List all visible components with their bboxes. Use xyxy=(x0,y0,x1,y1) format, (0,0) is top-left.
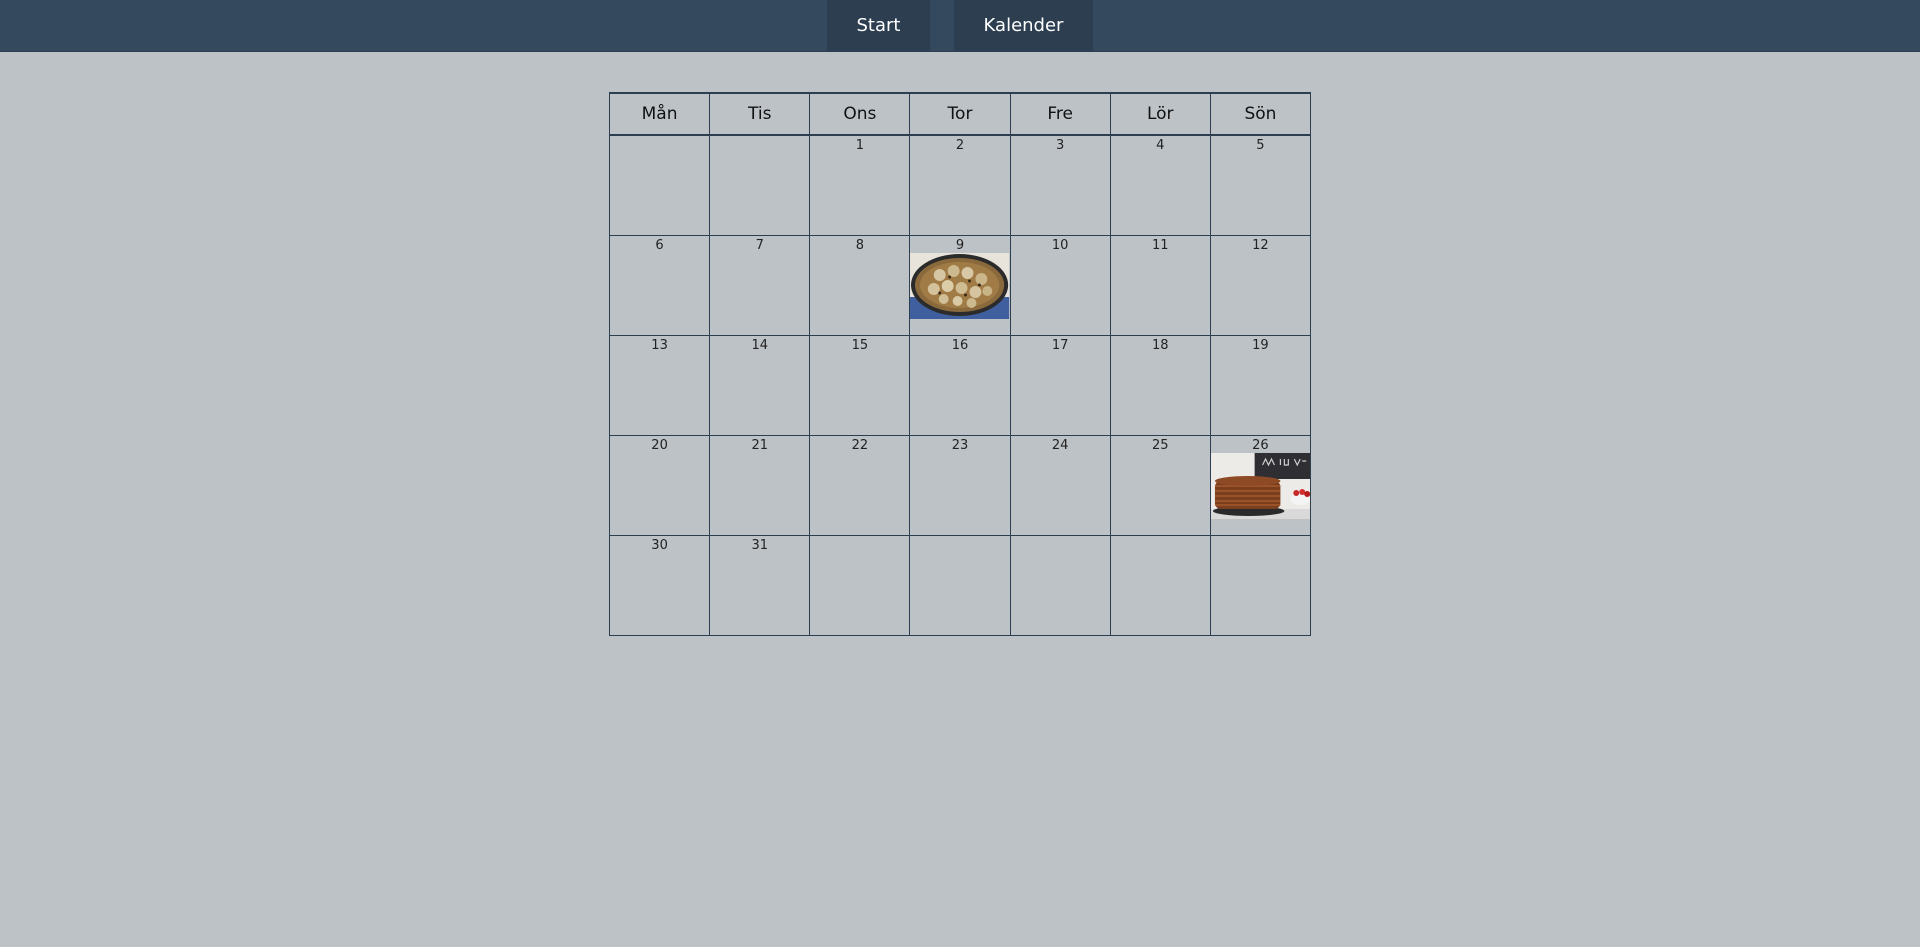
day-number: 13 xyxy=(651,338,668,353)
day-cell[interactable]: 17 xyxy=(1009,335,1111,436)
day-cell[interactable]: 14 xyxy=(709,335,811,436)
day-cell[interactable] xyxy=(809,535,911,636)
day-cell[interactable]: 20 xyxy=(608,435,711,536)
day-cell[interactable]: 19 xyxy=(1209,335,1312,436)
day-number: 30 xyxy=(651,538,668,553)
day-number: 2 xyxy=(955,138,965,153)
day-cell[interactable] xyxy=(909,535,1011,636)
day-cell[interactable]: 24 xyxy=(1009,435,1111,536)
day-cell[interactable]: 13 xyxy=(608,335,711,436)
day-cell[interactable]: 2 xyxy=(909,134,1011,236)
day-cell[interactable]: 16 xyxy=(909,335,1011,436)
day-number xyxy=(1211,536,1310,538)
day-cell[interactable]: 7 xyxy=(709,235,811,336)
day-number xyxy=(910,536,1009,538)
weekday-header: Fre xyxy=(1009,92,1111,136)
day-cell[interactable]: 23 xyxy=(909,435,1011,536)
day-cell[interactable]: 30 xyxy=(608,535,711,636)
week-row: 20 21 22 23 24 25 26 xyxy=(608,435,1312,536)
day-number: 5 xyxy=(1256,138,1265,153)
day-number: 10 xyxy=(1051,238,1069,253)
day-number: 24 xyxy=(1051,438,1069,453)
day-number: 21 xyxy=(751,438,768,453)
nav-calendar-tab[interactable]: Kalender xyxy=(954,0,1093,51)
day-number: 6 xyxy=(655,238,664,253)
day-cell[interactable]: 5 xyxy=(1209,134,1312,236)
day-cell[interactable]: 15 xyxy=(809,335,911,436)
day-cell[interactable]: 6 xyxy=(608,235,711,336)
day-number: 23 xyxy=(951,438,969,453)
day-number xyxy=(1111,536,1210,538)
week-row: 6 7 8 9 10 11 12 xyxy=(608,235,1312,336)
day-cell[interactable] xyxy=(1109,535,1211,636)
day-cell[interactable]: 22 xyxy=(809,435,911,536)
day-cell[interactable] xyxy=(1209,535,1312,636)
pancake-stack-photo-icon xyxy=(1210,453,1310,519)
day-number: 15 xyxy=(851,338,869,353)
day-number: 16 xyxy=(951,338,969,353)
day-cell[interactable]: 18 xyxy=(1109,335,1211,436)
day-cell[interactable]: 21 xyxy=(709,435,811,536)
top-navigation-bar: Start Kalender xyxy=(0,0,1920,52)
week-row: 1 2 3 4 5 xyxy=(608,134,1312,236)
day-cell[interactable]: 1 xyxy=(809,134,911,236)
weekday-header: Tis xyxy=(709,92,811,136)
meatballs-photo-icon xyxy=(910,253,1010,319)
day-number: 12 xyxy=(1252,238,1269,253)
weekday-header-row: Mån Tis Ons Tor Fre Lör Sön xyxy=(608,92,1312,136)
day-number: 1 xyxy=(855,138,864,153)
weekday-header: Lör xyxy=(1109,92,1211,136)
day-cell[interactable]: 26 xyxy=(1209,435,1312,536)
day-number: 11 xyxy=(1152,238,1169,253)
month-calendar: Mån Tis Ons Tor Fre Lör Sön 1 2 3 4 5 6 xyxy=(608,92,1312,636)
day-number: 14 xyxy=(751,338,768,353)
day-number xyxy=(710,136,809,138)
weekday-header: Tor xyxy=(909,92,1011,136)
day-cell[interactable]: 31 xyxy=(709,535,811,636)
day-cell[interactable]: 9 xyxy=(909,235,1011,336)
day-cell[interactable] xyxy=(1009,535,1111,636)
meal-image-meatballs[interactable] xyxy=(910,253,1010,319)
day-number: 9 xyxy=(955,238,965,253)
day-number: 19 xyxy=(1252,338,1269,353)
weekday-header: Sön xyxy=(1209,92,1312,136)
day-number: 22 xyxy=(851,438,869,453)
day-cell[interactable]: 10 xyxy=(1009,235,1111,336)
day-cell[interactable] xyxy=(608,134,711,236)
day-cell[interactable]: 3 xyxy=(1009,134,1111,236)
day-number xyxy=(810,536,909,538)
day-cell[interactable] xyxy=(709,134,811,236)
week-row: 13 14 15 16 17 18 19 xyxy=(608,335,1312,436)
day-number: 25 xyxy=(1152,438,1169,453)
day-number xyxy=(610,136,709,138)
day-number: 18 xyxy=(1152,338,1169,353)
day-number: 20 xyxy=(651,438,668,453)
day-number: 4 xyxy=(1156,138,1165,153)
weekday-header: Mån xyxy=(608,92,711,136)
day-cell[interactable]: 11 xyxy=(1109,235,1211,336)
calendar-grid: Mån Tis Ons Tor Fre Lör Sön 1 2 3 4 5 6 xyxy=(608,92,1312,636)
day-number xyxy=(1011,536,1110,538)
nav-start-tab[interactable]: Start xyxy=(827,0,930,51)
meal-image-pancakes[interactable] xyxy=(1210,453,1310,519)
day-number: 31 xyxy=(751,538,768,553)
day-number: 3 xyxy=(1055,138,1065,153)
day-cell[interactable]: 4 xyxy=(1109,134,1211,236)
week-row: 30 31 xyxy=(608,535,1312,636)
weekday-header: Ons xyxy=(809,92,911,136)
day-number: 7 xyxy=(755,238,764,253)
day-cell[interactable]: 8 xyxy=(809,235,911,336)
day-cell[interactable]: 12 xyxy=(1209,235,1312,336)
day-number: 8 xyxy=(855,238,864,253)
day-number: 17 xyxy=(1051,338,1069,353)
day-number: 26 xyxy=(1252,438,1269,453)
day-cell[interactable]: 25 xyxy=(1109,435,1211,536)
